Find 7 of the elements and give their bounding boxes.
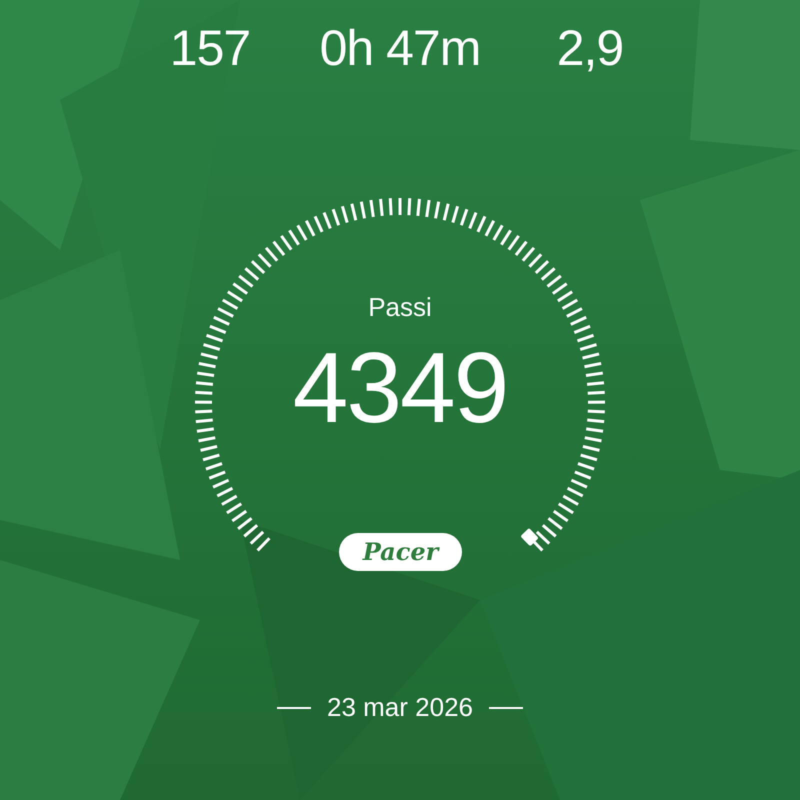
gauge-label: Passi: [368, 292, 432, 322]
stat-value: 157: [170, 20, 250, 76]
date-label: 23 mar 2026: [327, 691, 473, 724]
stat-value: 0h 47m: [320, 20, 480, 76]
brand-logo: Pacer: [339, 533, 462, 571]
step-count: 4349: [292, 332, 508, 444]
stat-value: 2,9: [556, 20, 624, 76]
